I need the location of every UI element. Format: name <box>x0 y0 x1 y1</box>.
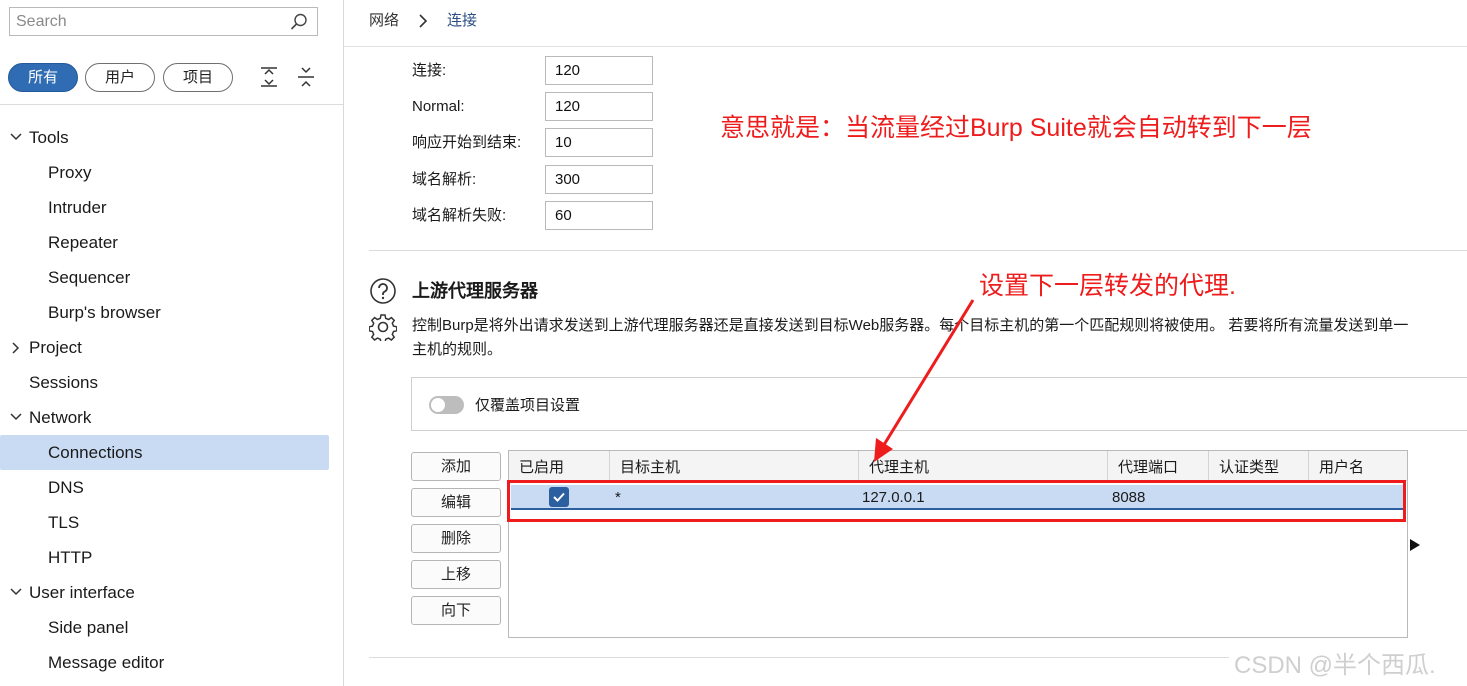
annotation-highlight-box <box>507 480 1406 522</box>
annotation-arrow <box>874 299 975 462</box>
burp-settings-window: 所有 用户 项目 Tools Proxy Intruder Repeater S… <box>0 0 1467 686</box>
